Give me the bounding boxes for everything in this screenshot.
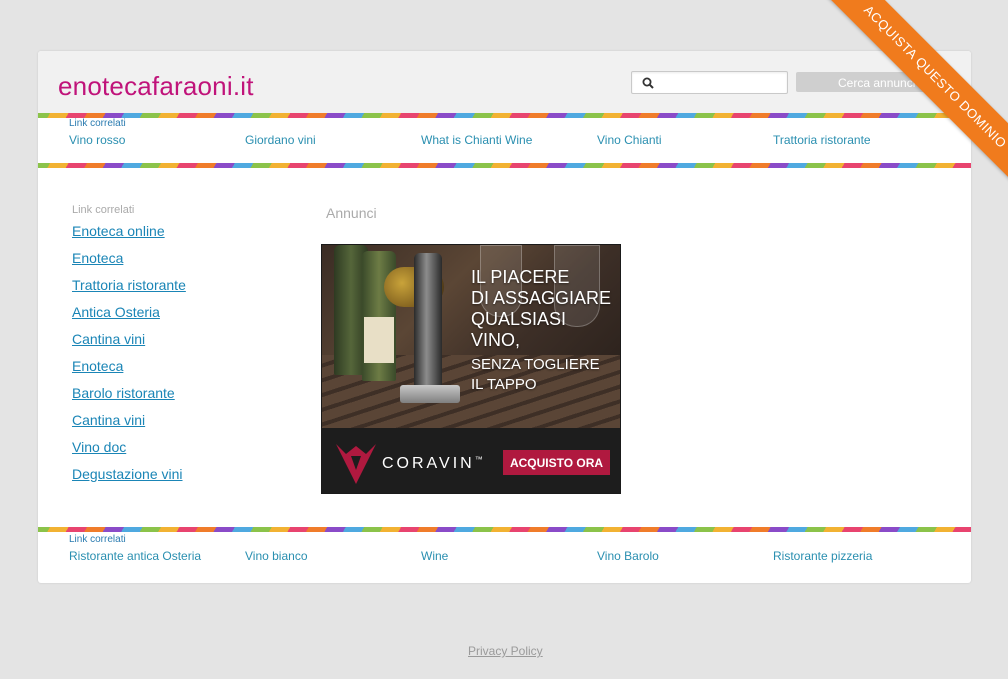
sidebar-link-10[interactable]: Degustazione vini — [72, 466, 183, 482]
coravin-logo-icon — [336, 444, 376, 484]
ads-caption: Annunci — [326, 205, 377, 221]
top-link-3[interactable]: What is Chianti Wine — [421, 133, 532, 147]
sidebar-link-8[interactable]: Cantina vini — [72, 412, 145, 428]
bottom-link-5[interactable]: Ristorante pizzeria — [773, 549, 872, 563]
ad-cta-button[interactable]: ACQUISTO ORA — [503, 450, 610, 475]
ad-brand-mark: ™ — [474, 455, 483, 464]
sidebar-link-9[interactable]: Vino doc — [72, 439, 126, 455]
device-base-image — [400, 385, 460, 403]
sidebar-link-7[interactable]: Barolo ristorante — [72, 385, 175, 401]
search-icon — [642, 77, 654, 89]
bottom-link-1[interactable]: Ristorante antica Osteria — [69, 549, 201, 563]
buy-domain-ribbon-container: ACQUISTA QUESTO DOMINIO — [800, 0, 1008, 210]
sidebar-link-6[interactable]: Enoteca — [72, 358, 123, 374]
wine-label-image — [364, 317, 394, 363]
sidebar-caption: Link correlati — [72, 204, 135, 216]
sidebar-link-4[interactable]: Antica Osteria — [72, 304, 160, 320]
privacy-policy-link[interactable]: Privacy Policy — [468, 644, 543, 658]
domain-title: enotecafaraoni.it — [58, 71, 254, 101]
top-link-2[interactable]: Giordano vini — [245, 133, 316, 147]
ad-headline-line: IL PIACERE — [471, 267, 570, 287]
sidebar-link-2[interactable]: Enoteca — [72, 250, 123, 266]
ad-sub-line: IL TAPPO — [471, 376, 537, 393]
ad-brand-text: CORAVIN — [382, 455, 475, 472]
sidebar-link-5[interactable]: Cantina vini — [72, 331, 145, 347]
bottom-links-band: Link correlati Ristorante antica Osteria… — [38, 532, 971, 577]
bottom-link-3[interactable]: Wine — [421, 549, 448, 563]
bottom-link-2[interactable]: Vino bianco — [245, 549, 308, 563]
ad-brand-name: CORAVIN™ — [382, 455, 483, 473]
top-links-caption: Link correlati — [69, 118, 126, 129]
top-link-1[interactable]: Vino rosso — [69, 133, 125, 147]
ad-headline-line: VINO, — [471, 330, 521, 350]
ad-headline-line: DI ASSAGGIARE — [471, 288, 612, 308]
search-input[interactable] — [660, 74, 784, 92]
bottom-link-4[interactable]: Vino Barolo — [597, 549, 659, 563]
ad-subheadline: SENZA TOGLIERE IL TAPPO — [471, 355, 600, 395]
ad-headline-line: QUALSIASI — [471, 309, 567, 329]
search-box[interactable] — [631, 71, 788, 94]
sidebar-link-1[interactable]: Enoteca online — [72, 223, 165, 239]
ad-footer-bar: CORAVIN™ ACQUISTO ORA — [322, 428, 620, 493]
ad-photo: IL PIACERE DI ASSAGGIARE QUALSIASI VINO,… — [322, 245, 620, 428]
ad-sub-line: SENZA TOGLIERE — [471, 356, 600, 373]
bottom-links-caption: Link correlati — [69, 534, 126, 545]
sidebar-link-3[interactable]: Trattoria ristorante — [72, 277, 186, 293]
ad-headline: IL PIACERE DI ASSAGGIARE QUALSIASI VINO, — [471, 267, 611, 351]
buy-domain-ribbon[interactable]: ACQUISTA QUESTO DOMINIO — [811, 0, 1008, 201]
ad-banner[interactable]: IL PIACERE DI ASSAGGIARE QUALSIASI VINO,… — [321, 244, 621, 494]
coravin-device-image — [414, 253, 442, 403]
top-link-4[interactable]: Vino Chianti — [597, 133, 662, 147]
